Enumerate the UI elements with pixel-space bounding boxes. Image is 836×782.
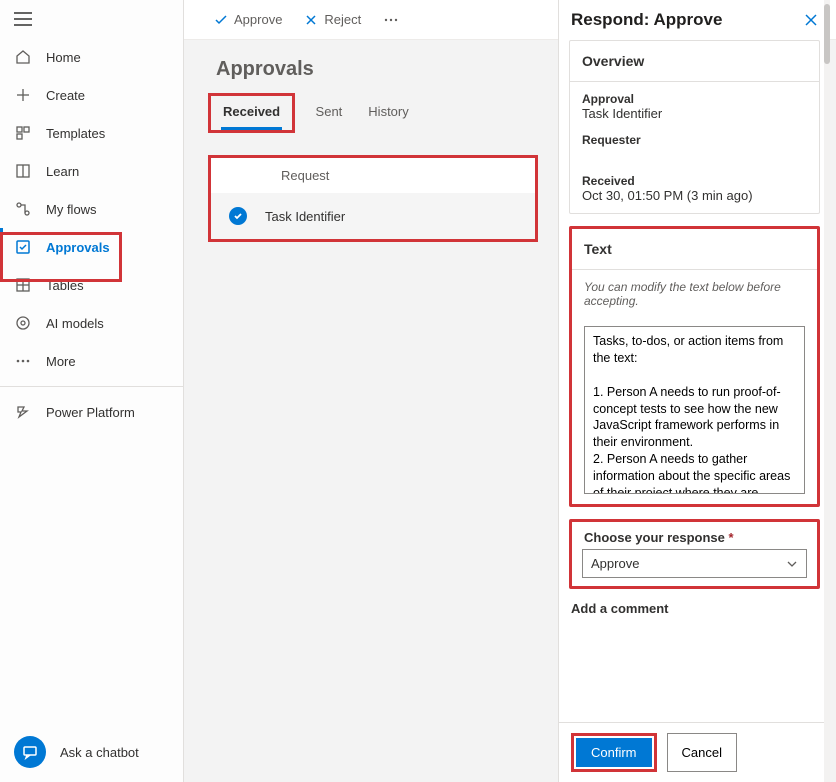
received-label: Received: [582, 174, 807, 188]
sidebar-item-label: Learn: [46, 164, 79, 179]
grid-icon: [14, 276, 32, 294]
sidebar-item-myflows[interactable]: My flows: [0, 190, 183, 228]
flow-icon: [14, 200, 32, 218]
overview-title: Overview: [570, 41, 819, 82]
chevron-down-icon: [786, 558, 798, 570]
sidebar-item-powerplatform[interactable]: Power Platform: [0, 393, 183, 431]
response-value: Approve: [591, 556, 639, 571]
approvals-icon: [14, 238, 32, 256]
sidebar-item-label: Templates: [46, 126, 105, 141]
home-icon: [14, 48, 32, 66]
panel-title: Respond: Approve: [571, 10, 722, 30]
ellipsis-icon: [383, 12, 399, 28]
templates-icon: [14, 124, 32, 142]
text-hint: You can modify the text below before acc…: [584, 280, 805, 308]
tab-received[interactable]: Received: [221, 96, 282, 130]
tab-sent[interactable]: Sent: [314, 96, 345, 127]
sidebar-item-label: More: [46, 354, 76, 369]
respond-panel: Respond: Approve Overview Approval Task …: [558, 0, 830, 782]
approve-label: Approve: [234, 12, 282, 27]
highlight-box: Received: [208, 93, 295, 133]
sidebar-item-approvals[interactable]: Approvals: [0, 228, 183, 266]
chatbot-label: Ask a chatbot: [60, 745, 139, 760]
power-icon: [14, 403, 32, 421]
panel-body: Overview Approval Task Identifier Reques…: [559, 40, 830, 722]
list-row[interactable]: Task Identifier: [211, 193, 535, 239]
panel-footer: Confirm Cancel: [559, 722, 830, 782]
status-check-icon: [229, 207, 247, 225]
scrollbar-thumb[interactable]: [824, 4, 830, 64]
more-icon: [14, 352, 32, 370]
sidebar-item-label: Tables: [46, 278, 84, 293]
close-icon[interactable]: [804, 13, 818, 27]
list-header-request: Request: [211, 158, 535, 193]
requester-label: Requester: [582, 133, 807, 147]
response-select[interactable]: Approve: [582, 549, 807, 578]
received-value: Oct 30, 01:50 PM (3 min ago): [582, 188, 807, 203]
book-icon: [14, 162, 32, 180]
response-label: Choose your response *: [582, 530, 807, 545]
sidebar-item-aimodels[interactable]: AI models: [0, 304, 183, 342]
sidebar-item-create[interactable]: Create: [0, 76, 183, 114]
sidebar-item-more[interactable]: More: [0, 342, 183, 380]
panel-header: Respond: Approve: [559, 0, 830, 40]
cancel-button[interactable]: Cancel: [667, 733, 737, 772]
overflow-button[interactable]: [377, 8, 405, 32]
chatbot-button[interactable]: Ask a chatbot: [0, 722, 183, 782]
tabs: Received: [217, 96, 282, 130]
tab-history[interactable]: History: [366, 96, 410, 127]
approval-value: Task Identifier: [582, 106, 807, 121]
highlight-box: Choose your response * Approve: [569, 519, 820, 589]
text-card: Text You can modify the text below befor…: [572, 229, 817, 504]
reject-button[interactable]: Reject: [298, 8, 367, 31]
sidebar-item-label: Approvals: [46, 240, 110, 255]
sidebar-item-tables[interactable]: Tables: [0, 266, 183, 304]
reject-label: Reject: [324, 12, 361, 27]
overview-card: Overview Approval Task Identifier Reques…: [569, 40, 820, 214]
check-icon: [214, 13, 228, 27]
highlight-box: Confirm: [571, 733, 657, 772]
row-title: Task Identifier: [265, 209, 345, 224]
sidebar-item-learn[interactable]: Learn: [0, 152, 183, 190]
scrollbar-track[interactable]: [824, 0, 830, 782]
plus-icon: [14, 86, 32, 104]
nav-list: Home Create Templates Learn My flows App…: [0, 38, 183, 722]
sidebar-item-label: My flows: [46, 202, 97, 217]
confirm-button[interactable]: Confirm: [576, 738, 652, 767]
highlight-box: Request Task Identifier: [208, 155, 538, 242]
ai-icon: [14, 314, 32, 332]
sidebar: Home Create Templates Learn My flows App…: [0, 0, 184, 782]
sidebar-item-label: Home: [46, 50, 81, 65]
sidebar-item-label: Power Platform: [46, 405, 135, 420]
sidebar-item-label: AI models: [46, 316, 104, 331]
hamburger-button[interactable]: [0, 0, 183, 38]
text-input[interactable]: [584, 326, 805, 494]
sidebar-item-label: Create: [46, 88, 85, 103]
comment-label: Add a comment: [569, 601, 820, 616]
sidebar-item-home[interactable]: Home: [0, 38, 183, 76]
hamburger-icon: [14, 12, 32, 26]
requester-value: [582, 147, 807, 162]
highlight-box: Text You can modify the text below befor…: [569, 226, 820, 507]
text-title: Text: [572, 229, 817, 270]
approval-label: Approval: [582, 92, 807, 106]
approve-button[interactable]: Approve: [208, 8, 288, 31]
chatbot-icon: [14, 736, 46, 768]
sidebar-item-templates[interactable]: Templates: [0, 114, 183, 152]
divider: [0, 386, 183, 387]
x-icon: [304, 13, 318, 27]
